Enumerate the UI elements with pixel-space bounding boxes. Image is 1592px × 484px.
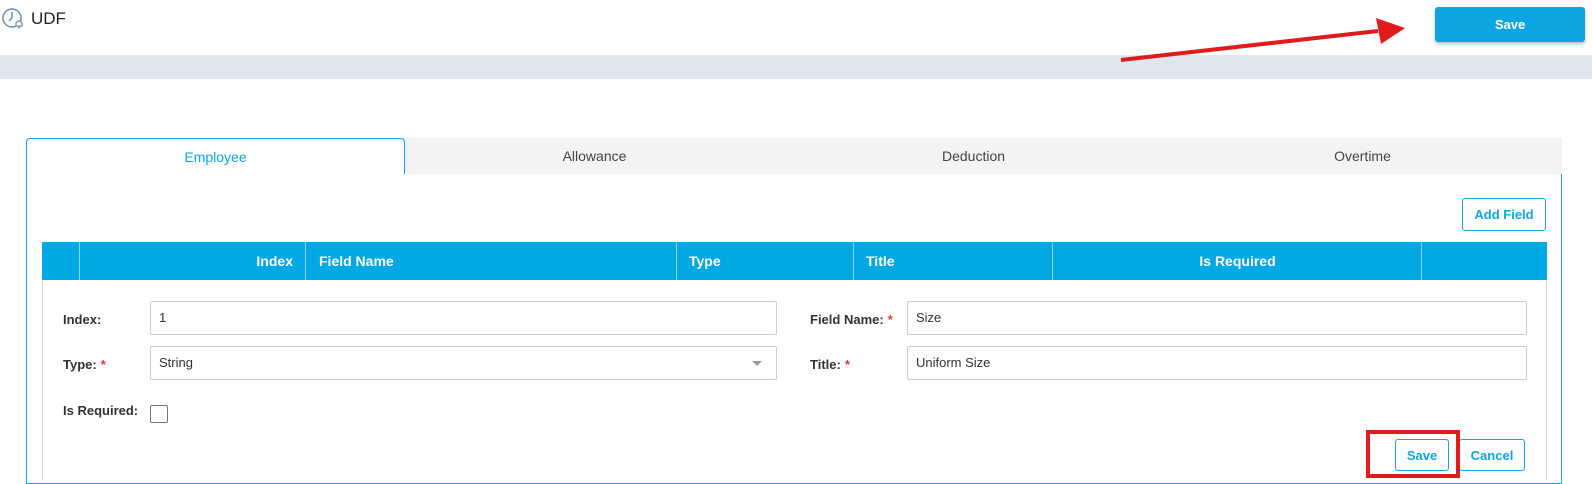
clock-bell-icon <box>2 8 23 29</box>
type-select[interactable]: String <box>150 346 777 380</box>
grid-col-field-name[interactable]: Field Name <box>305 242 676 280</box>
tab-allowance[interactable]: Allowance <box>405 138 784 175</box>
tab-bar: Employee Allowance Deduction Overtime <box>26 138 1562 175</box>
grid-col-title-label: Title <box>866 253 895 269</box>
required-marker: * <box>100 357 106 372</box>
is-required-checkbox[interactable] <box>150 405 168 423</box>
title-field[interactable]: Uniform Size <box>907 346 1527 380</box>
header-save-button[interactable]: Save <box>1435 7 1585 42</box>
grid-col-type[interactable]: Type <box>676 242 853 280</box>
field-name-field[interactable]: Size <box>907 301 1527 335</box>
header-band <box>0 55 1592 79</box>
title-value: Uniform Size <box>916 355 991 370</box>
is-required-label: Is Required: <box>63 403 139 418</box>
form-cancel-button[interactable]: Cancel <box>1459 439 1525 471</box>
annotation-highlight-box <box>1366 430 1460 478</box>
index-label: Index: <box>63 312 102 327</box>
grid-col-index[interactable]: Index <box>79 242 305 280</box>
required-marker: * <box>844 357 850 372</box>
page-title: UDF <box>31 9 66 28</box>
index-field[interactable]: 1 <box>150 301 777 335</box>
tab-deduction[interactable]: Deduction <box>784 138 1163 175</box>
title-label-text: Title: <box>810 357 841 372</box>
required-marker: * <box>887 312 893 327</box>
type-label: Type: * <box>63 357 106 372</box>
grid-col-field-name-label: Field Name <box>319 253 394 269</box>
grid-col-actions <box>1421 242 1547 280</box>
grid-col-title[interactable]: Title <box>853 242 1052 280</box>
title-label: Title: * <box>810 357 850 372</box>
grid-header: Index Field Name Type Title Is Required <box>42 242 1547 280</box>
field-name-label-text: Field Name: <box>810 312 884 327</box>
grid-col-type-label: Type <box>689 253 721 269</box>
tab-employee[interactable]: Employee <box>26 138 405 175</box>
app-header: UDF <box>0 0 1592 55</box>
type-value: String <box>159 355 193 370</box>
grid-col-is-required[interactable]: Is Required <box>1052 242 1421 280</box>
tab-overtime[interactable]: Overtime <box>1163 138 1562 175</box>
index-value: 1 <box>159 310 167 325</box>
field-name-value: Size <box>916 310 942 325</box>
chevron-down-icon[interactable] <box>752 361 762 366</box>
add-field-button[interactable]: Add Field <box>1462 198 1546 231</box>
type-label-text: Type: <box>63 357 97 372</box>
field-name-label: Field Name: * <box>810 312 893 327</box>
grid-col-index-label: Index <box>256 253 293 269</box>
grid-col-is-required-label: Is Required <box>1199 253 1276 269</box>
